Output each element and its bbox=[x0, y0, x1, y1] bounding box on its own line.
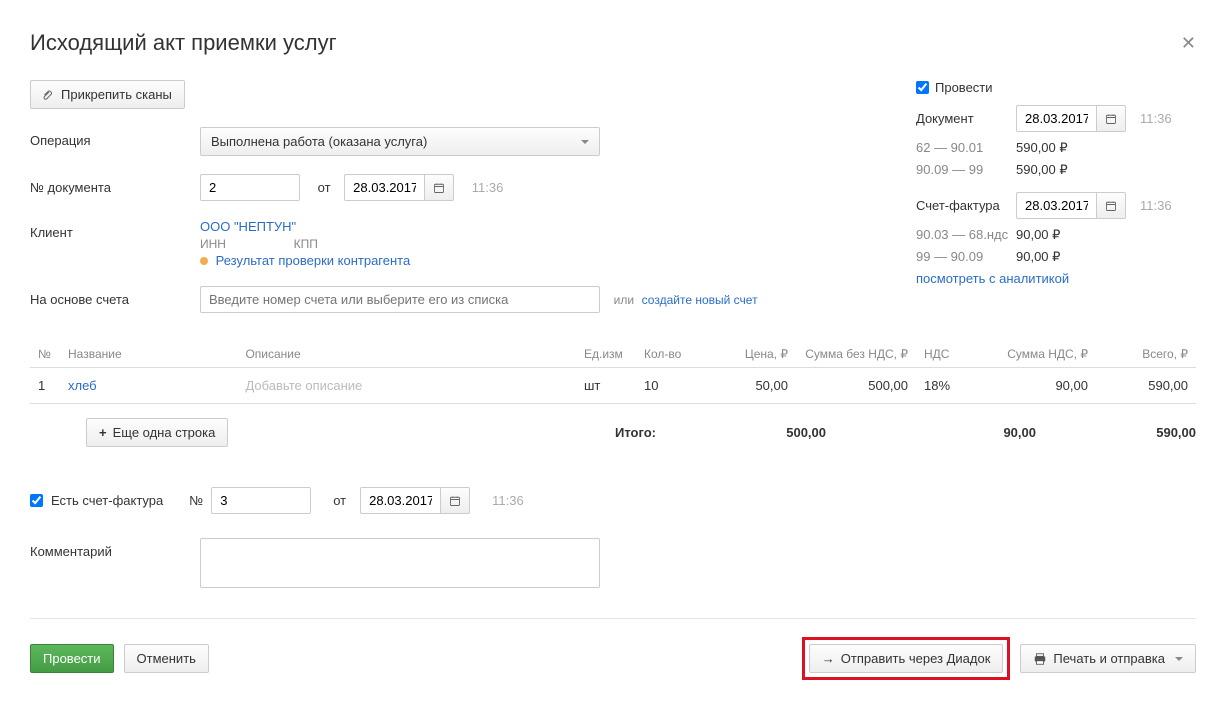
cell-num: 1 bbox=[30, 368, 60, 404]
close-icon[interactable]: ✕ bbox=[1181, 33, 1196, 54]
inn-label: ИНН bbox=[200, 237, 290, 251]
has-invoice-label: Есть счет-фактура bbox=[51, 493, 163, 508]
th-total: Всего, ₽ bbox=[1096, 341, 1196, 368]
based-on-label: На основе счета bbox=[30, 286, 200, 307]
acct-value: 590,00 ₽ bbox=[1016, 140, 1068, 156]
doc-no-label: № документа bbox=[30, 174, 200, 195]
doc-time: 11:36 bbox=[472, 180, 504, 195]
doc-date-input[interactable] bbox=[344, 174, 424, 201]
cell-price[interactable]: 50,00 bbox=[706, 368, 796, 404]
process-checkbox[interactable] bbox=[916, 81, 929, 94]
total-vat-sum: 90,00 bbox=[926, 425, 1036, 440]
chevron-down-icon bbox=[1175, 657, 1183, 661]
th-sum-no-vat: Сумма без НДС, ₽ bbox=[796, 341, 916, 368]
th-price: Цена, ₽ bbox=[706, 341, 796, 368]
calendar-icon bbox=[433, 182, 445, 194]
table-row: 1 хлеб Добавьте описание шт 10 50,00 500… bbox=[30, 368, 1196, 404]
kpp-label: КПП bbox=[294, 237, 318, 251]
check-counterparty-link[interactable]: Результат проверки контрагента bbox=[216, 253, 411, 268]
th-vat: НДС bbox=[916, 341, 976, 368]
calendar-button[interactable] bbox=[1096, 192, 1126, 219]
right-document-label: Документ bbox=[916, 111, 1016, 126]
send-diadoc-label: Отправить через Диадок bbox=[841, 651, 991, 666]
invoice-date-input[interactable] bbox=[360, 487, 440, 514]
calendar-icon bbox=[449, 495, 461, 507]
items-table: № Название Описание Ед.изм Кол-во Цена, … bbox=[30, 341, 1196, 404]
comment-textarea[interactable] bbox=[200, 538, 600, 588]
attach-scans-label: Прикрепить сканы bbox=[61, 87, 172, 102]
invoice-no-input[interactable] bbox=[211, 487, 311, 514]
send-diadoc-button[interactable]: → Отправить через Диадок bbox=[809, 644, 1004, 673]
acct-value: 90,00 ₽ bbox=[1016, 227, 1060, 243]
attach-scans-button[interactable]: Прикрепить сканы bbox=[30, 80, 185, 109]
attach-icon bbox=[43, 89, 55, 101]
total-total: 590,00 bbox=[1096, 425, 1196, 440]
calendar-icon bbox=[1105, 200, 1117, 212]
cancel-button[interactable]: Отменить bbox=[124, 644, 209, 673]
th-name: Название bbox=[60, 341, 237, 368]
acct-value: 590,00 ₽ bbox=[1016, 162, 1068, 178]
has-invoice-checkbox[interactable] bbox=[30, 494, 43, 507]
warning-dot-icon bbox=[200, 257, 208, 265]
calendar-icon bbox=[1105, 113, 1117, 125]
client-label: Клиент bbox=[30, 219, 200, 240]
operation-value: Выполнена работа (оказана услуга) bbox=[211, 134, 427, 149]
item-name-link[interactable]: хлеб bbox=[68, 378, 97, 393]
th-vat-sum: Сумма НДС, ₽ bbox=[976, 341, 1096, 368]
calendar-button[interactable] bbox=[424, 174, 454, 201]
th-desc: Описание bbox=[237, 341, 576, 368]
acct-line: 90.03 — 68.ндс bbox=[916, 227, 1016, 243]
th-num: № bbox=[30, 341, 60, 368]
th-qty: Кол-во bbox=[636, 341, 706, 368]
page-title: Исходящий акт приемки услуг bbox=[30, 30, 337, 56]
chevron-down-icon bbox=[581, 140, 589, 144]
process-button-label: Провести bbox=[43, 651, 101, 666]
right-invoice-label: Счет-фактура bbox=[916, 198, 1016, 213]
cell-vat[interactable]: 18% bbox=[916, 368, 976, 404]
cell-qty[interactable]: 10 bbox=[636, 368, 706, 404]
cancel-button-label: Отменить bbox=[137, 651, 196, 666]
arrow-right-icon: → bbox=[822, 651, 835, 666]
calendar-button[interactable] bbox=[440, 487, 470, 514]
right-invoice-time: 11:36 bbox=[1140, 198, 1172, 213]
create-new-invoice-link[interactable]: создайте новый счет bbox=[642, 293, 758, 307]
cell-vat-sum: 90,00 bbox=[976, 368, 1096, 404]
print-send-button[interactable]: Печать и отправка bbox=[1020, 644, 1196, 673]
add-row-label: Еще одна строка bbox=[113, 425, 216, 440]
invoice-no-label: № bbox=[189, 493, 203, 508]
from-label: от bbox=[318, 180, 331, 195]
cell-total: 590,00 bbox=[1096, 368, 1196, 404]
acct-line: 99 — 90.09 bbox=[916, 249, 1016, 265]
comment-label: Комментарий bbox=[30, 538, 200, 559]
calendar-button[interactable] bbox=[1096, 105, 1126, 132]
based-on-input[interactable] bbox=[200, 286, 600, 313]
operation-select[interactable]: Выполнена работа (оказана услуга) bbox=[200, 127, 600, 156]
add-row-button[interactable]: + Еще одна строка bbox=[86, 418, 228, 447]
acct-value: 90,00 ₽ bbox=[1016, 249, 1060, 265]
total-sum-no-vat: 500,00 bbox=[716, 425, 826, 440]
operation-label: Операция bbox=[30, 127, 200, 148]
right-doc-date-input[interactable] bbox=[1016, 105, 1096, 132]
doc-no-input[interactable] bbox=[200, 174, 300, 201]
client-link[interactable]: ООО "НЕПТУН" bbox=[200, 219, 296, 234]
plus-icon: + bbox=[99, 425, 107, 440]
right-doc-time: 11:36 bbox=[1140, 111, 1172, 126]
acct-line: 90.09 — 99 bbox=[916, 162, 1016, 178]
right-invoice-date-input[interactable] bbox=[1016, 192, 1096, 219]
acct-line: 62 — 90.01 bbox=[916, 140, 1016, 156]
invoice-from-label: от bbox=[333, 493, 346, 508]
invoice-time: 11:36 bbox=[492, 493, 524, 508]
cell-sum-no-vat: 500,00 bbox=[796, 368, 916, 404]
item-desc-input[interactable]: Добавьте описание bbox=[245, 378, 362, 393]
print-send-label: Печать и отправка bbox=[1053, 651, 1165, 666]
th-unit: Ед.изм bbox=[576, 341, 636, 368]
analytics-link[interactable]: посмотреть с аналитикой bbox=[916, 271, 1069, 286]
process-checkbox-label: Провести bbox=[935, 80, 993, 95]
or-label: или bbox=[614, 293, 634, 307]
print-icon bbox=[1033, 652, 1047, 666]
totals-label: Итого: bbox=[615, 425, 656, 440]
process-button[interactable]: Провести bbox=[30, 644, 114, 673]
cell-unit[interactable]: шт bbox=[576, 368, 636, 404]
